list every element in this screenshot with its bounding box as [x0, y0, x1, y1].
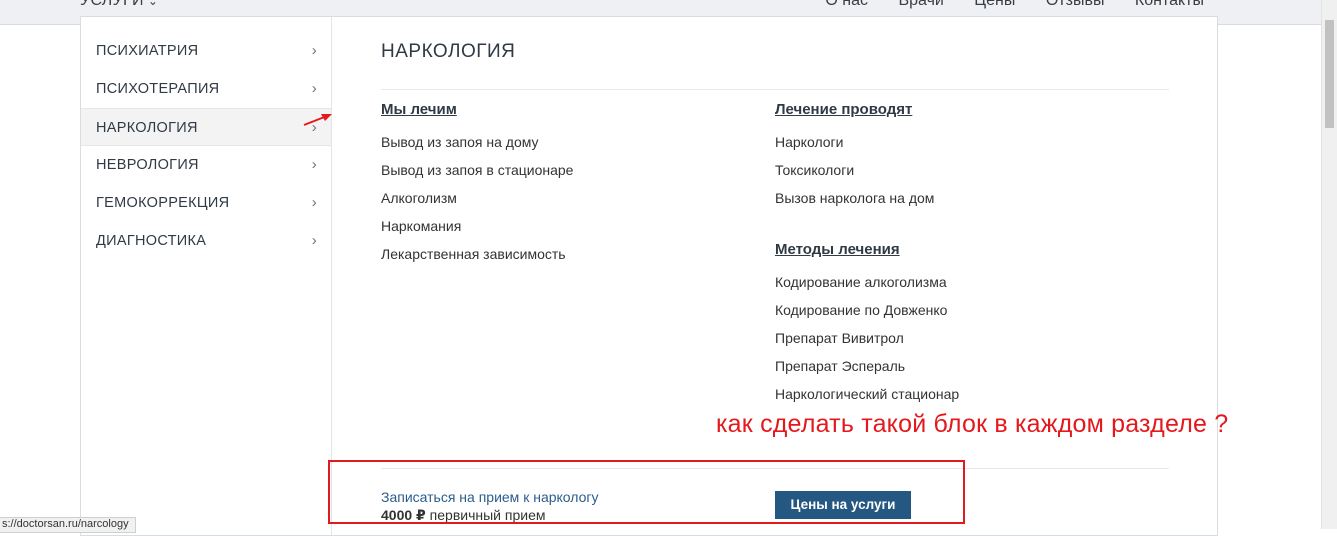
sidebar-item-diagnostics[interactable]: ДИАГНОСТИКА ›: [81, 222, 331, 260]
chevron-right-icon: ›: [311, 232, 317, 249]
nav-links: О нас Врачи Цены Отзывы Контакты: [799, 0, 1204, 10]
method-link[interactable]: Кодирование по Довженко: [775, 302, 947, 318]
column-title-methods[interactable]: Методы лечения: [775, 241, 900, 258]
column-title-we-treat[interactable]: Мы лечим: [381, 101, 457, 118]
divider: [381, 89, 1169, 90]
sidebar-item-label: ДИАГНОСТИКА: [96, 233, 207, 249]
method-link[interactable]: Кодирование алкоголизма: [775, 274, 947, 290]
treat-link[interactable]: Лекарственная зависимость: [381, 246, 566, 262]
nav-link-doctors[interactable]: Врачи: [898, 0, 943, 10]
method-link[interactable]: Препарат Эспераль: [775, 358, 905, 374]
specialist-link[interactable]: Наркологи: [775, 134, 843, 150]
treat-link[interactable]: Алкоголизм: [381, 190, 457, 206]
chevron-right-icon: ›: [311, 194, 317, 211]
chevron-right-icon: ›: [311, 156, 317, 173]
nav-link-about[interactable]: О нас: [825, 0, 868, 10]
specialist-link[interactable]: Вызов нарколога на дом: [775, 190, 934, 206]
sidebar-item-psychiatry[interactable]: ПСИХИАТРИЯ ›: [81, 32, 331, 70]
annotation-question: как сделать такой блок в каждом разделе …: [716, 410, 1229, 438]
sidebar-item-label: ГЕМОКОРРЕКЦИЯ: [96, 195, 230, 211]
nav-link-prices[interactable]: Цены: [974, 0, 1015, 10]
nav-link-contacts[interactable]: Контакты: [1135, 0, 1204, 10]
services-sidebar: ПСИХИАТРИЯ › ПСИХОТЕРАПИЯ › НАРКОЛОГИЯ ›…: [81, 17, 332, 535]
sidebar-item-hemocorrection[interactable]: ГЕМОКОРРЕКЦИЯ ›: [81, 184, 331, 222]
specialist-link[interactable]: Токсикологи: [775, 162, 854, 178]
sidebar-item-label: НАРКОЛОГИЯ: [96, 120, 198, 136]
chevron-right-icon: ›: [311, 80, 317, 97]
services-label: УСЛУГИ: [80, 0, 144, 9]
vertical-scrollbar[interactable]: [1321, 0, 1337, 529]
sidebar-item-psychotherapy[interactable]: ПСИХОТЕРАПИЯ ›: [81, 70, 331, 108]
nav-link-reviews[interactable]: Отзывы: [1046, 0, 1105, 10]
status-bar-url: s://doctorsan.ru/narcology: [0, 517, 136, 533]
method-link[interactable]: Препарат Вивитрол: [775, 330, 904, 346]
method-link[interactable]: Наркологический стационар: [775, 386, 959, 402]
sidebar-item-narcology[interactable]: НАРКОЛОГИЯ ›: [81, 108, 331, 146]
chevron-right-icon: ›: [311, 42, 317, 59]
services-content: НАРКОЛОГИЯ Мы лечим Вывод из запоя на до…: [332, 17, 1217, 535]
treat-link[interactable]: Наркомания: [381, 218, 461, 234]
sidebar-item-neurology[interactable]: НЕВРОЛОГИЯ ›: [81, 146, 331, 184]
annotation-arrow-icon: [303, 114, 332, 126]
services-dropdown-panel: ПСИХИАТРИЯ › ПСИХОТЕРАПИЯ › НАРКОЛОГИЯ ›…: [80, 16, 1218, 536]
sidebar-item-label: ПСИХОТЕРАПИЯ: [96, 81, 220, 97]
chevron-down-icon: ⌄: [147, 0, 159, 8]
services-menu-toggle[interactable]: УСЛУГИ ⌄: [80, 0, 158, 10]
scrollbar-thumb[interactable]: [1325, 20, 1334, 128]
treat-link[interactable]: Вывод из запоя на дому: [381, 134, 539, 150]
sidebar-item-label: НЕВРОЛОГИЯ: [96, 157, 199, 173]
section-heading: НАРКОЛОГИЯ: [381, 41, 516, 62]
sidebar-item-label: ПСИХИАТРИЯ: [96, 43, 199, 59]
column-title-specialists[interactable]: Лечение проводят: [775, 101, 912, 118]
annotation-highlight-box: [328, 460, 965, 524]
treat-link[interactable]: Вывод из запоя в стационаре: [381, 162, 573, 178]
